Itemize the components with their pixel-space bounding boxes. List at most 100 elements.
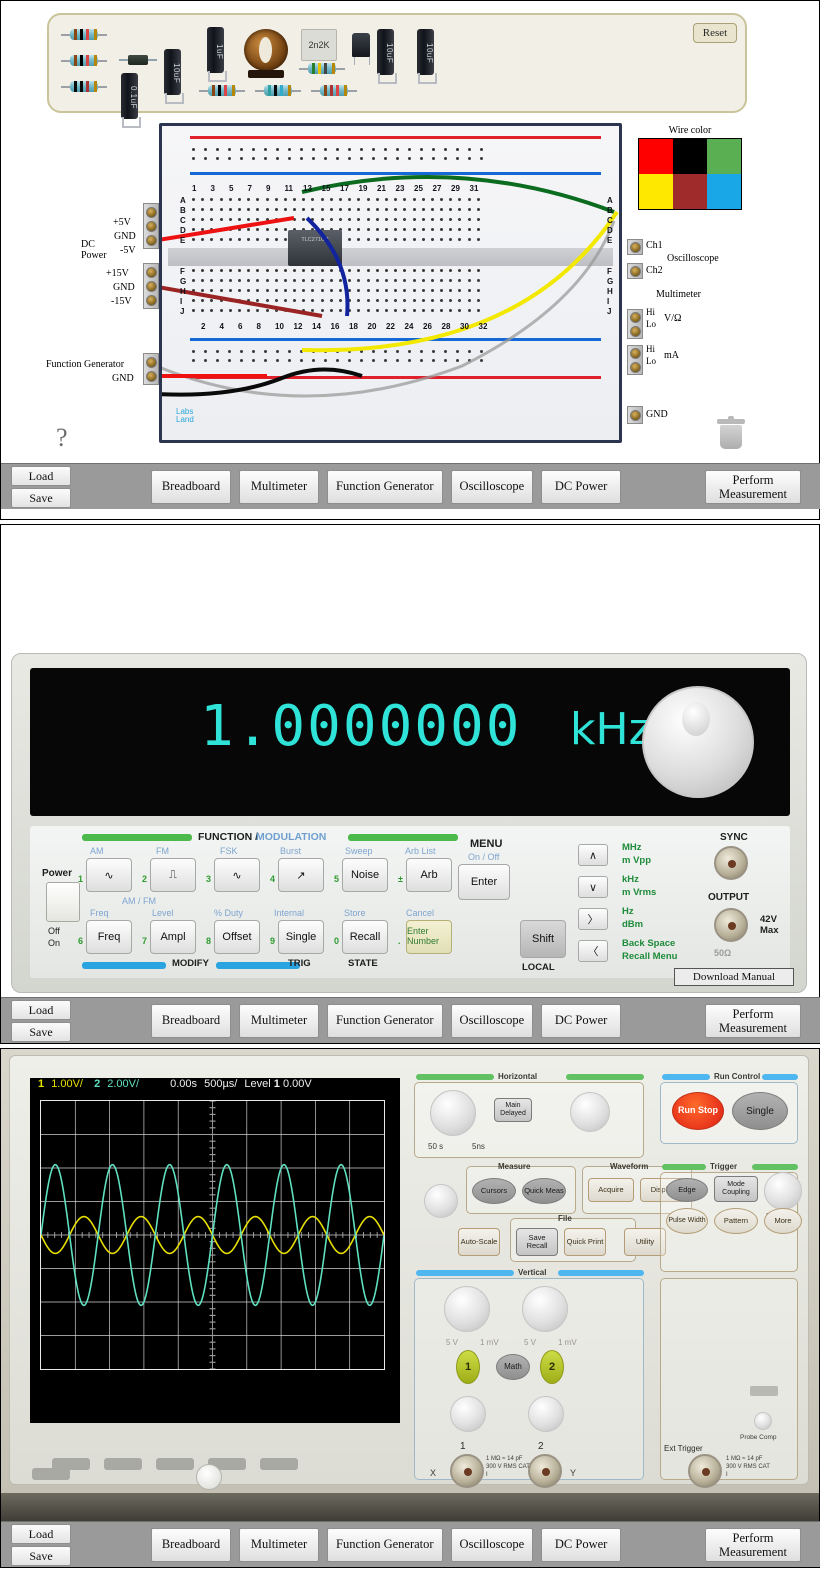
save-button[interactable]: Save — [11, 1022, 71, 1042]
single-button[interactable]: Single — [732, 1092, 788, 1130]
ch1-position-knob[interactable] — [450, 1396, 486, 1432]
softkey-2[interactable] — [104, 1458, 142, 1470]
wire-swatch-red[interactable] — [639, 139, 673, 174]
softkey-5[interactable] — [260, 1458, 298, 1470]
softkey-6[interactable] — [32, 1468, 70, 1480]
help-icon[interactable]: ? — [56, 423, 68, 453]
tray-capacitor[interactable]: 10uF — [417, 29, 437, 84]
tray-capacitor[interactable]: 1uF — [207, 27, 227, 82]
fg-key-single[interactable]: Single — [278, 920, 324, 954]
tab-function-generator[interactable]: Function Generator — [327, 470, 443, 504]
tab-function-generator[interactable]: Function Generator — [327, 1004, 443, 1038]
auto-scale-button[interactable]: Auto-Scale — [458, 1228, 500, 1256]
trash-icon[interactable] — [717, 416, 745, 449]
save-button[interactable]: Save — [11, 1546, 71, 1566]
probe-comp-terminal[interactable] — [750, 1386, 778, 1396]
reset-button[interactable]: Reset — [693, 23, 737, 43]
fg-key-offset[interactable]: Offset — [214, 920, 260, 954]
function-generator-terminal-strip[interactable] — [143, 353, 159, 385]
fg-key-noise[interactable]: Noise — [342, 858, 388, 892]
quick-print-button[interactable]: Quick Print — [564, 1228, 606, 1256]
fg-arrow-left-icon[interactable]: 〈 — [578, 940, 608, 962]
fg-key-sine[interactable]: ∿ — [86, 858, 132, 892]
mode-coupling-button[interactable]: Mode Coupling — [714, 1176, 758, 1202]
ch2-scale-knob[interactable] — [522, 1286, 568, 1332]
more-button[interactable]: More — [764, 1208, 802, 1234]
ext-trigger-bnc[interactable] — [688, 1454, 722, 1488]
tab-dc-power[interactable]: DC Power — [541, 470, 622, 504]
dc-power-terminal-strip-1[interactable] — [143, 203, 159, 249]
dc-power-terminal-strip-2[interactable] — [143, 263, 159, 309]
pattern-button[interactable]: Pattern — [714, 1208, 758, 1234]
tray-box-capacitor[interactable]: 2n2K — [301, 29, 337, 61]
save-button[interactable]: Save — [11, 488, 71, 508]
tab-function-generator[interactable]: Function Generator — [327, 1528, 443, 1562]
gnd-terminal[interactable] — [627, 406, 643, 424]
pulse-width-button[interactable]: Pulse Width — [666, 1208, 708, 1234]
fg-key-shift[interactable]: Shift — [520, 920, 566, 958]
wire-swatch-green[interactable] — [707, 139, 741, 174]
tray-toroid-inductor[interactable] — [244, 29, 288, 78]
tray-resistor[interactable] — [61, 29, 107, 40]
ch2-position-knob[interactable] — [528, 1396, 564, 1432]
download-manual-button[interactable]: Download Manual — [674, 968, 794, 986]
wire-swatch-darkred[interactable] — [673, 174, 707, 209]
cursor-knob[interactable] — [424, 1184, 458, 1218]
tray-resistor[interactable] — [61, 81, 107, 92]
fg-arrow-up-icon[interactable]: ∧ — [578, 844, 608, 866]
tray-capacitor[interactable]: 0.1uF — [121, 73, 141, 128]
tab-multimeter[interactable]: Multimeter — [239, 1528, 319, 1562]
save-recall-button[interactable]: Save Recall — [516, 1228, 558, 1256]
tray-resistor[interactable] — [255, 85, 301, 96]
probe-comp-connector[interactable] — [754, 1412, 772, 1430]
fg-rotary-knob[interactable] — [642, 686, 754, 798]
tab-multimeter[interactable]: Multimeter — [239, 1004, 319, 1038]
edge-button[interactable]: Edge — [666, 1178, 708, 1202]
tray-diode[interactable] — [119, 55, 157, 65]
tray-transistor[interactable] — [352, 33, 370, 65]
fg-key-square[interactable]: ⎍ — [150, 858, 196, 892]
fg-power-button[interactable] — [46, 882, 80, 922]
ch2-bnc-input[interactable] — [528, 1454, 562, 1488]
load-button[interactable]: Load — [11, 1000, 71, 1020]
multimeter-ma-terminal[interactable] — [627, 345, 643, 375]
tray-resistor[interactable] — [199, 85, 245, 96]
channel-2-button[interactable]: 2 — [540, 1350, 564, 1384]
horizontal-position-knob[interactable] — [570, 1092, 610, 1132]
scope-power-button[interactable] — [196, 1464, 222, 1490]
load-button[interactable]: Load — [11, 466, 71, 486]
math-button[interactable]: Math — [496, 1354, 530, 1380]
acquire-button[interactable]: Acquire — [588, 1178, 634, 1202]
fg-key-triangle[interactable]: ∿ — [214, 858, 260, 892]
scope-ch1-terminal[interactable] — [627, 239, 643, 255]
quick-meas-button[interactable]: Quick Meas — [522, 1178, 566, 1204]
tray-capacitor[interactable]: 10uF — [377, 29, 397, 84]
run-stop-button[interactable]: Run Stop — [672, 1092, 724, 1130]
horizontal-scale-knob[interactable] — [430, 1090, 476, 1136]
wire-swatch-blue[interactable] — [707, 174, 741, 209]
tray-resistor[interactable] — [61, 55, 107, 66]
fg-arrow-down-icon[interactable]: ∨ — [578, 876, 608, 898]
tray-resistor[interactable] — [299, 63, 345, 74]
tab-dc-power[interactable]: DC Power — [541, 1528, 622, 1562]
tab-dc-power[interactable]: DC Power — [541, 1004, 622, 1038]
fg-key-enter[interactable]: Enter — [458, 864, 510, 900]
fg-key-enter-number[interactable]: Enter Number — [406, 920, 452, 954]
perform-measurement-button[interactable]: Perform Measurement — [705, 1528, 801, 1562]
scope-ch2-terminal[interactable] — [627, 263, 643, 279]
wire-swatch-black[interactable] — [673, 139, 707, 174]
tab-oscilloscope[interactable]: Oscilloscope — [450, 470, 534, 504]
load-button[interactable]: Load — [11, 1524, 71, 1544]
fg-output-connector[interactable] — [714, 908, 748, 942]
perform-measurement-button[interactable]: Perform Measurement — [705, 1004, 801, 1038]
tab-oscilloscope[interactable]: Oscilloscope — [450, 1004, 534, 1038]
channel-1-button[interactable]: 1 — [456, 1350, 480, 1384]
tray-capacitor[interactable]: 10uF — [164, 49, 184, 104]
wire-swatch-yellow[interactable] — [639, 174, 673, 209]
ic-chip[interactable]: TLC271CP — [288, 230, 342, 266]
tab-oscilloscope[interactable]: Oscilloscope — [450, 1528, 534, 1562]
fg-key-recall[interactable]: Recall — [342, 920, 388, 954]
perform-measurement-button[interactable]: Perform Measurement — [705, 470, 801, 504]
breadboard[interactable]: TLC271CP Labs Land AABBCCDDEEFFGGHHIIJJ13… — [159, 123, 622, 443]
fg-key-arb[interactable]: Arb — [406, 858, 452, 892]
